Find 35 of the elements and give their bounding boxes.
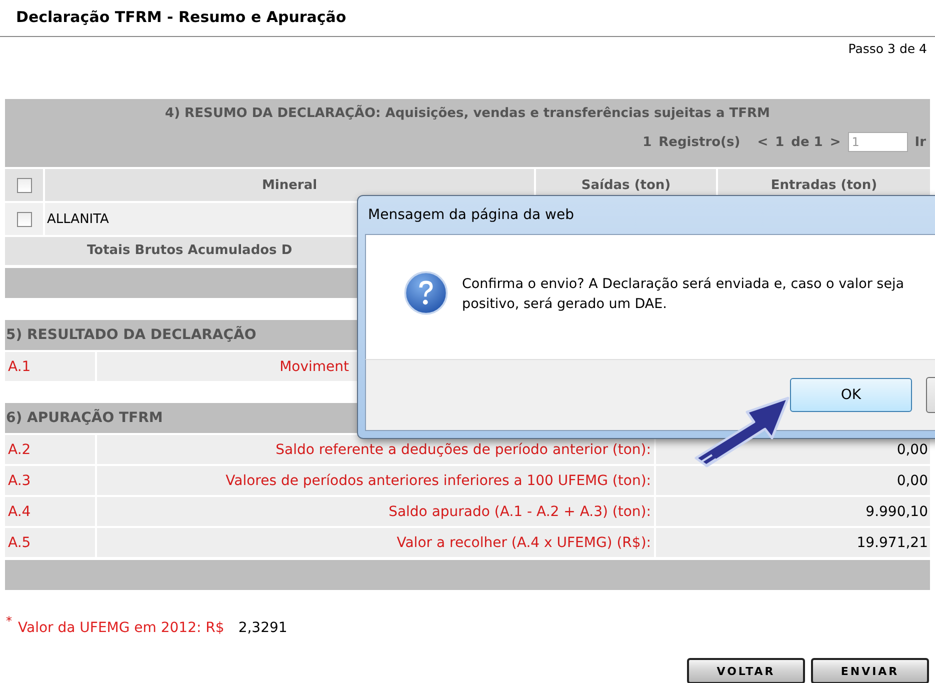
ok-button[interactable]: OK [790,378,912,412]
row-code: A.5 [5,528,95,557]
row-label: Valor a recolher (A.4 x UFEMG) (R$): [97,528,654,557]
column-header: Mineral [45,169,534,201]
row-value: 19.971,21 [656,528,930,557]
row-label: Saldo apurado (A.1 - A.2 + A.3) (ton): [97,497,654,526]
dialog-message: Confirma o envio? A Declaração será enviada e, caso o valor seja positivo, será gerado um DAE. [462,275,906,314]
page-total: de 1 [791,134,823,150]
section-title: 4) RESUMO DA DECLARAÇÃO: Aquisições, vendas e transferências sujeitas a TFRM [164,104,771,123]
question-icon [404,271,448,315]
footnote-value: 2,3291 [238,620,288,636]
row-code: A.3 [5,466,95,495]
row-label: Valores de períodos anteriores inferiores a 100 UFEMG (ton): [97,466,654,495]
asterisk: * [6,614,12,628]
records-label: Registro(s) [658,134,740,150]
row-code: A.1 [5,352,95,381]
page-input-field[interactable]: 1 [848,132,908,152]
footnote-label: Valor da UFEMG em 2012: R$ [18,620,224,636]
go-link[interactable]: Ir [914,134,926,150]
page-title: Declaração TFRM - Resumo e Apuração [15,7,348,28]
row-code: A.2 [5,435,95,464]
row-code: A.4 [5,497,95,526]
prev-page-link[interactable]: < [757,134,768,150]
row-value: 9.990,10 [656,497,930,526]
select-all-checkbox[interactable] [16,178,32,192]
back-button[interactable]: VOLTAR [687,658,805,683]
row-label: Saldo referente a deduções de período anterior (ton): [97,435,654,464]
record-count: 1 [642,134,652,150]
row-value: 0,00 [656,466,930,495]
row-checkbox[interactable] [16,212,32,226]
arrow-icon [692,394,792,470]
step-indicator: Passo 3 de 4 [847,40,928,58]
send-button[interactable]: ENVIAR [811,658,929,683]
next-page-link[interactable]: > [830,134,841,150]
current-page: 1 [775,134,784,150]
